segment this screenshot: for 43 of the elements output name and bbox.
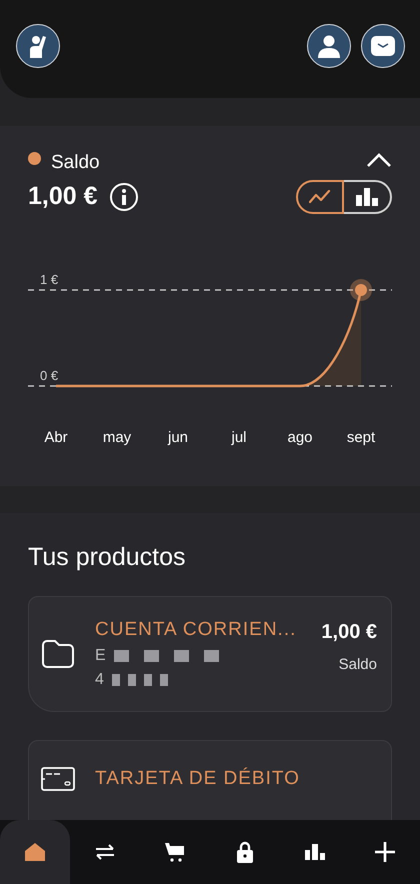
account-number: 4 <box>95 671 104 689</box>
axis-label: jul <box>232 429 246 446</box>
axis-label: jun <box>168 429 188 446</box>
credit-card-icon <box>41 767 75 791</box>
account-number: E <box>95 647 106 665</box>
debit-card-item[interactable]: TARJETA DE DÉBITO <box>28 740 392 820</box>
axis-label: may <box>102 429 132 446</box>
product-name: CUENTA CORRIEN... <box>95 619 298 641</box>
axis-label: 0 € <box>40 368 58 383</box>
profile-button[interactable] <box>307 24 351 68</box>
waving-person-icon <box>27 34 49 58</box>
transfer-icon <box>95 844 115 860</box>
plus-icon <box>375 842 395 862</box>
axis-label: Abr <box>44 429 68 446</box>
amount-label: Saldo <box>338 656 377 673</box>
folder-icon <box>41 639 75 669</box>
bar-chart-icon <box>305 844 325 860</box>
balance-label: Saldo <box>51 152 100 174</box>
line-chart-icon <box>309 190 331 204</box>
profile-icon <box>317 34 341 58</box>
home-tab[interactable] <box>0 820 70 884</box>
info-button[interactable] <box>110 182 138 210</box>
chevron-up-icon <box>366 152 392 168</box>
axis-label: 1 € <box>40 272 58 287</box>
axis-label: ago <box>287 429 313 446</box>
mail-icon <box>371 36 395 56</box>
balance-amount: 1,00 € <box>28 182 98 211</box>
data-point <box>350 279 372 301</box>
bar-chart-icon <box>356 188 378 206</box>
collapse-button[interactable] <box>366 152 392 168</box>
cart-icon <box>165 842 185 862</box>
axis-label: sept <box>346 429 376 446</box>
product-amount: 1,00 € <box>321 621 377 644</box>
home-icon <box>25 843 45 861</box>
bar-view-toggle[interactable] <box>344 180 392 214</box>
account-card[interactable]: CUENTA CORRIEN... E 4 1,00 € Saldo <box>28 596 392 712</box>
line-view-toggle[interactable] <box>296 180 344 214</box>
section-title: Tus productos <box>28 543 186 572</box>
product-name: TARJETA DE DÉBITO <box>95 768 300 790</box>
info-icon <box>120 188 127 204</box>
lock-icon <box>237 841 253 863</box>
mail-button[interactable] <box>361 24 405 68</box>
wave-button[interactable] <box>16 24 60 68</box>
